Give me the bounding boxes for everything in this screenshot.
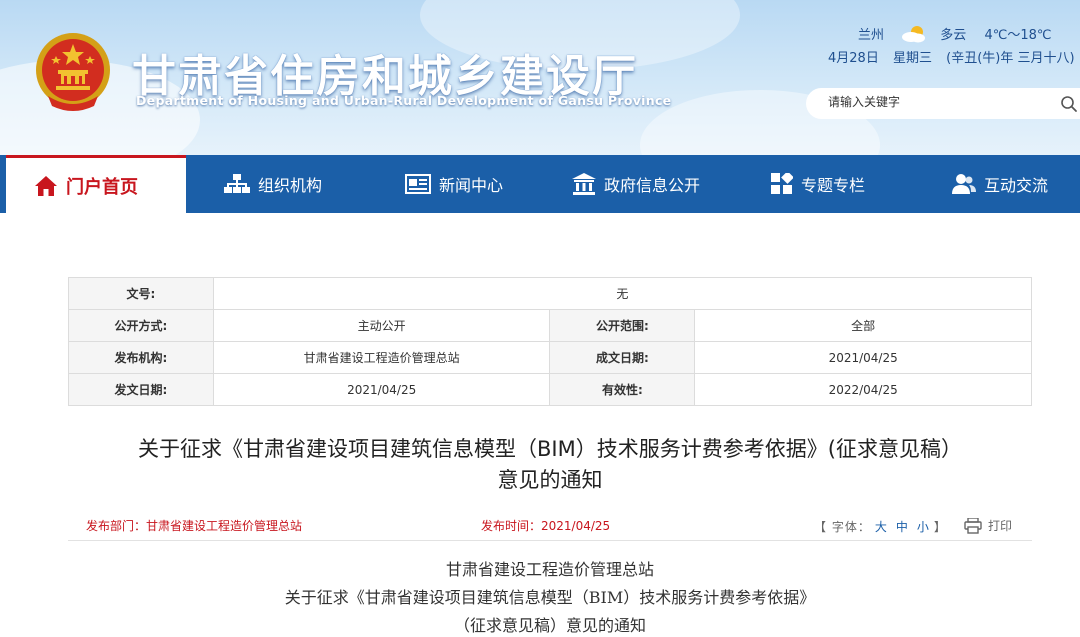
weather-temperature: 4℃～18℃ [984,28,1052,43]
doc-no-label: 文号: [68,277,214,310]
validity-label: 有效性: [549,373,696,406]
publish-time: 发布时间：2021/04/25 [481,519,611,533]
date-info: 4月28日 星期三 (辛丑(牛)年 三月十八) [828,47,1080,66]
scope-label: 公开范围: [549,309,696,342]
partly-cloudy-icon [900,25,928,43]
main-nav: 门户首页 组织机构 新闻中心 政府信息公开 专题专栏 互动交流 [0,155,1080,213]
site-subtitle: Department of Housing and Urban-Rural De… [136,93,672,108]
print-button[interactable]: 打印 [964,517,1012,534]
weather-city: 兰州 [858,28,885,43]
issuer-label: 发布机构: [68,341,214,374]
doc-no-value: 无 [212,277,1033,310]
font-medium-button[interactable]: 中 [896,520,909,534]
body-line: （征求意见稿）意见的通知 [453,616,646,635]
nav-item-gov-info[interactable]: 政府信息公开 [572,155,700,213]
font-size-control: 【 字体： 大中小】 [814,518,947,535]
grid-icon [771,173,793,194]
issued-date-label: 发文日期: [68,373,214,406]
article-body: 甘肃省建设工程造价管理总站 关于征求《甘肃省建设项目建筑信息模型（BIM）技术服… [68,556,1032,637]
issuer-value: 甘肃省建设工程造价管理总站 [212,341,551,374]
scope-value: 全部 [694,309,1032,342]
search-input[interactable] [828,95,1048,109]
table-row: 发文日期: 2021/04/25 有效性: 2022/04/25 [68,373,1032,406]
created-date-value: 2021/04/25 [694,341,1032,374]
article-title: 关于征求《甘肃省建设项目建筑信息模型（BIM）技术服务计费参考依据》(征求意见稿… [60,434,1040,496]
table-row: 文号: 无 [68,277,1033,310]
nav-label: 互动交流 [984,176,1049,195]
nav-item-interaction[interactable]: 互动交流 [952,155,1048,213]
government-icon [572,173,596,195]
nav-label: 组织机构 [258,176,323,195]
validity-value: 2022/04/25 [694,373,1032,406]
print-label: 打印 [988,519,1013,533]
home-icon [35,175,57,196]
national-emblem-icon [36,33,110,111]
weekday-text: 星期三 [892,51,932,66]
date-text: 4月28日 [828,51,879,66]
document-meta-table: 文号: 无 公开方式: 主动公开 公开范围: 全部 发布机构: 甘肃省建设工程造… [68,277,1033,406]
nav-label: 新闻中心 [439,176,504,195]
article-title-line: 关于征求《甘肃省建设项目建筑信息模型（BIM）技术服务计费参考依据》(征求意见稿… [138,437,962,461]
nav-label: 专题专栏 [801,176,866,195]
printer-icon [964,517,982,534]
news-icon [405,174,431,194]
font-size-close: 】 [933,520,947,534]
issued-date-value: 2021/04/25 [212,373,551,406]
weather-widget: 兰州 多云 4℃～18℃ [858,24,1051,43]
created-date-label: 成文日期: [549,341,696,374]
search-box [806,88,1080,119]
body-line: 甘肃省建设工程造价管理总站 [445,560,654,579]
users-icon [952,174,976,194]
lunar-date-text: (辛丑(牛)年 三月十八) [946,51,1075,66]
nav-item-home[interactable]: 门户首页 [6,155,186,213]
org-chart-icon [224,174,250,193]
font-small-button[interactable]: 小 [917,520,930,534]
search-icon[interactable] [1060,95,1078,113]
article-title-line: 意见的通知 [497,468,603,492]
table-row: 发布机构: 甘肃省建设工程造价管理总站 成文日期: 2021/04/25 [68,341,1032,374]
nav-item-news[interactable]: 新闻中心 [405,155,503,213]
table-row: 公开方式: 主动公开 公开范围: 全部 [68,309,1032,342]
publicity-value: 主动公开 [212,309,551,342]
publish-department: 发布部门：甘肃省建设工程造价管理总站 [86,519,303,533]
site-header: 甘肃省住房和城乡建设厅 Department of Housing and Ur… [0,0,1080,155]
font-size-label: 【 字体： [814,520,871,534]
nav-label: 门户首页 [66,176,138,198]
nav-item-organization[interactable]: 组织机构 [224,155,322,213]
nav-item-topics[interactable]: 专题专栏 [771,155,865,213]
weather-condition: 多云 [940,28,967,43]
body-line: 关于征求《甘肃省建设项目建筑信息模型（BIM）技术服务计费参考依据》 [284,588,816,607]
article-info-bar: 发布部门：甘肃省建设工程造价管理总站 发布时间：2021/04/25 【 字体：… [68,513,1032,541]
nav-label: 政府信息公开 [604,176,701,195]
publicity-label: 公开方式: [68,309,214,342]
font-large-button[interactable]: 大 [875,520,888,534]
